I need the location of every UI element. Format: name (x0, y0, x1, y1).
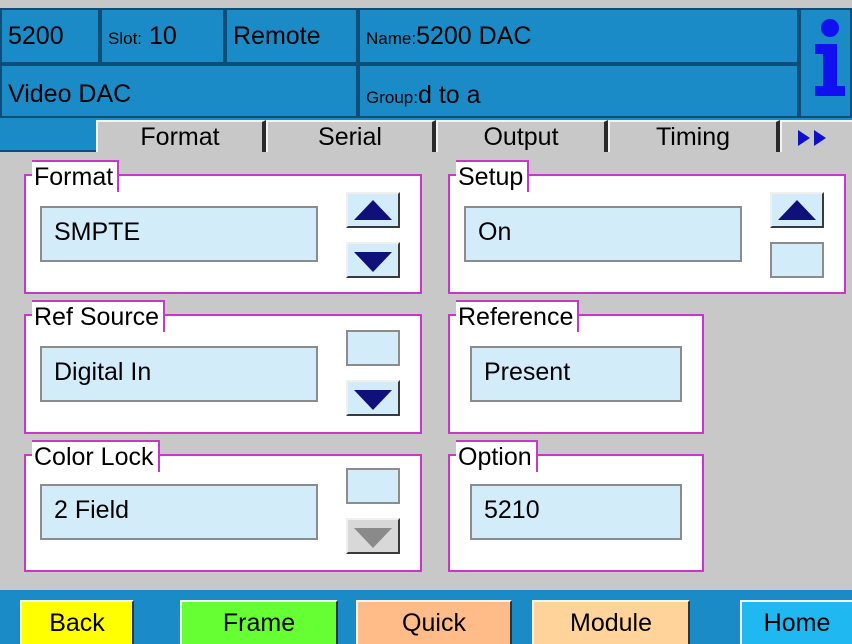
back-button[interactable]: Back (20, 600, 134, 644)
tab-timing[interactable]: Timing (608, 120, 780, 152)
name-value: 5200 DAC (416, 22, 532, 50)
type-cell: Video DAC (0, 64, 358, 118)
setup-value-field: On (464, 206, 742, 262)
double-right-arrow-icon (798, 130, 826, 146)
name-cell: Name:5200 DAC (358, 8, 799, 64)
group-cell: Group:d to a (358, 64, 799, 118)
group-label: Group: (366, 88, 418, 107)
ref-source-down-button[interactable] (346, 380, 400, 416)
info-button[interactable] (799, 8, 852, 118)
name-label: Name: (366, 29, 417, 48)
slot-label: Slot: (108, 29, 143, 48)
device-type: Video DAC (8, 80, 132, 108)
down-arrow-icon (354, 390, 392, 410)
mode-cell: Remote (225, 8, 358, 64)
model-cell: 5200 (0, 8, 100, 64)
ref-source-panel: Ref Source Digital In (24, 300, 422, 434)
color-lock-label: Color Lock (32, 440, 160, 472)
tab-more-button[interactable] (780, 120, 852, 152)
module-button[interactable]: Module (532, 600, 690, 644)
up-arrow-icon (354, 200, 392, 220)
option-value-field: 5210 (470, 484, 682, 540)
format-up-button[interactable] (346, 192, 400, 228)
tab-format[interactable]: Format (96, 120, 266, 152)
setup-down-placeholder (770, 242, 824, 278)
ref-source-up-placeholder (346, 330, 400, 366)
tab-output[interactable]: Output (436, 120, 608, 152)
reference-value-field: Present (470, 346, 682, 402)
down-arrow-icon (354, 252, 392, 272)
color-lock-value-field: 2 Field (40, 484, 318, 540)
setup-up-button[interactable] (770, 192, 824, 228)
frame-button[interactable]: Frame (180, 600, 338, 644)
group-value: d to a (417, 81, 481, 109)
option-label: Option (456, 440, 538, 472)
info-icon (815, 19, 845, 96)
color-lock-up-placeholder (346, 468, 400, 504)
ref-source-label: Ref Source (32, 300, 166, 332)
tab-bar: Format Serial Output Timing (0, 118, 852, 152)
option-panel: Option 5210 (448, 440, 704, 572)
home-button[interactable]: Home (740, 600, 852, 644)
setup-label: Setup (456, 160, 530, 192)
up-arrow-icon (778, 200, 816, 220)
setup-panel: Setup On (448, 160, 846, 294)
slot-value: 10 (148, 22, 177, 50)
ref-source-value-field: Digital In (40, 346, 318, 402)
tab-serial[interactable]: Serial (266, 120, 436, 152)
reference-panel: Reference Present (448, 300, 704, 434)
mode-label: Remote (233, 22, 321, 50)
color-lock-down-button (346, 518, 400, 554)
slot-cell: Slot: 10 (100, 8, 225, 64)
down-arrow-disabled-icon (354, 528, 392, 548)
format-down-button[interactable] (346, 242, 400, 278)
reference-label: Reference (456, 300, 580, 332)
footer-bar: Back Frame Quick Module Home (0, 590, 852, 644)
format-value-field: SMPTE (40, 206, 318, 262)
format-label: Format (32, 160, 120, 192)
format-panel: Format SMPTE (24, 160, 422, 294)
quick-button[interactable]: Quick (356, 600, 512, 644)
model-label: 5200 (8, 22, 64, 50)
color-lock-panel: Color Lock 2 Field (24, 440, 422, 572)
